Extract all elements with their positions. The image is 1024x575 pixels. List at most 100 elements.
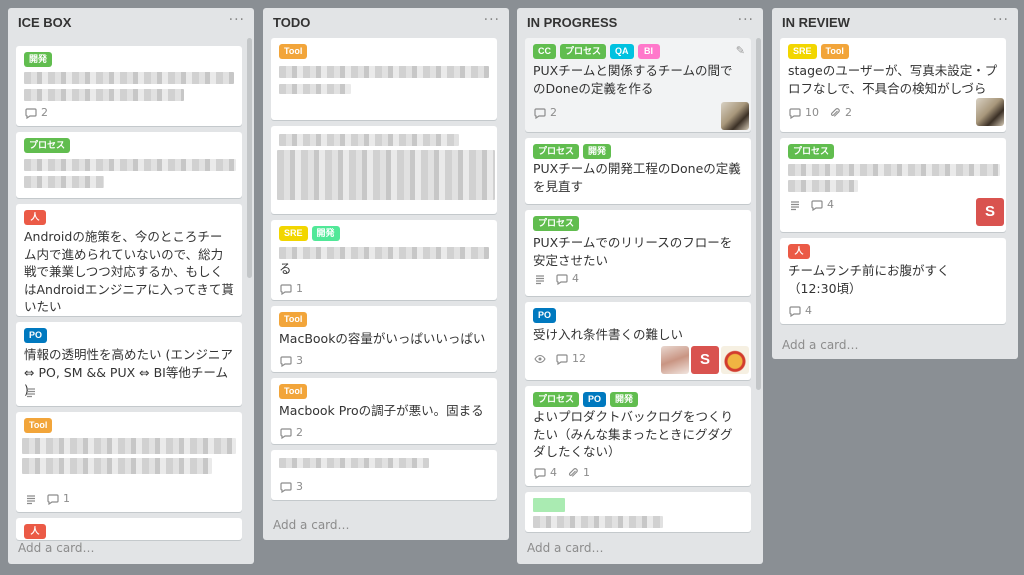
list-todo: TODO ··· Tool SRE 開発 る 1 Tool MacBookの容量… [263, 8, 509, 540]
card[interactable]: プロセス 開発 PUXチームの開発工程のDoneの定義を見直す [525, 138, 751, 204]
blurred-title [279, 134, 459, 146]
card-title: 情報の透明性を高めたい (エンジニア ⇔ PO, SM && PUX ⇔ BI等… [24, 347, 233, 397]
comment-count: 2 [550, 106, 557, 119]
comment-badge: 12 [556, 352, 586, 365]
card[interactable]: プロセス [16, 132, 242, 198]
card[interactable]: Tool 1 [16, 412, 242, 512]
edit-pencil-icon[interactable]: ✎ [736, 44, 745, 57]
card[interactable]: 人 チームランチ前にお腹がすく（12:30頃） 4 [780, 238, 1006, 324]
blurred-title [22, 458, 212, 474]
paperclip-icon [568, 467, 578, 477]
comment-icon [280, 481, 292, 493]
card-label: Tool [279, 44, 308, 59]
comment-icon [789, 107, 801, 119]
comment-count: 10 [805, 106, 819, 119]
member-avatar[interactable]: S [976, 198, 1004, 226]
list-title[interactable]: IN REVIEW [782, 15, 850, 30]
card-label: 開発 [311, 226, 340, 241]
card[interactable]: プロセス PUXチームでのリリースのフローを安定させたい 4 [525, 210, 751, 296]
comment-icon [534, 467, 546, 479]
comment-badge: 2 [534, 106, 557, 119]
card[interactable] [271, 126, 497, 214]
comment-icon [280, 355, 292, 367]
card-label: 人 [788, 244, 810, 259]
comment-count: 4 [827, 198, 834, 211]
list-in-review: IN REVIEW ··· SRE Tool stageのユーザーが、写真未設定… [772, 8, 1018, 359]
card-label: 開発 [24, 52, 53, 67]
card[interactable]: PO 受け入れ条件書くの難しい 12 S [525, 302, 751, 380]
card[interactable]: プロセス PO 開発 よいプロダクトバックログをつくりたい（みんな集まったときに… [525, 386, 751, 486]
blurred-label [533, 498, 565, 512]
card-label: Tool [279, 384, 308, 399]
add-card-button[interactable]: Add a card… [527, 541, 604, 555]
card[interactable]: SRE Tool stageのユーザーが、写真未設定・プロフなしで、不具合の検知… [780, 38, 1006, 132]
card-label: QA [610, 44, 634, 59]
comment-icon [280, 427, 292, 439]
card[interactable]: 人 [16, 518, 242, 540]
card-label: プロセス [788, 144, 835, 159]
add-card-button[interactable]: Add a card… [18, 541, 95, 555]
member-avatar[interactable] [661, 346, 689, 374]
card[interactable]: SRE 開発 る 1 [271, 220, 497, 300]
list-title[interactable]: TODO [273, 15, 310, 30]
card-label: PO [583, 392, 607, 407]
description-icon [536, 274, 544, 284]
card[interactable]: PO 情報の透明性を高めたい (エンジニア ⇔ PO, SM && PUX ⇔ … [16, 322, 242, 406]
description-icon [27, 494, 35, 504]
card-label: プロセス [560, 44, 607, 59]
scrollbar[interactable] [247, 38, 252, 278]
card[interactable]: 3 [271, 450, 497, 500]
comment-icon [534, 107, 546, 119]
add-card-button[interactable]: Add a card… [273, 518, 350, 532]
card-label: PO [24, 328, 48, 343]
card-label: 開発 [610, 392, 639, 407]
card[interactable]: Tool MacBookの容量がいっぱいいっぱい 3 [271, 306, 497, 372]
comment-badge: 2 [25, 106, 48, 119]
card-title: Macbook Proの調子が悪い。固まる [279, 403, 484, 418]
list-menu-icon[interactable]: ··· [229, 12, 245, 28]
comment-badge: 4 [811, 198, 834, 211]
blurred-title [788, 164, 1000, 176]
list-title[interactable]: IN PROGRESS [527, 15, 617, 30]
blurred-title [279, 66, 489, 78]
card[interactable]: 開発 2 [16, 46, 242, 126]
card[interactable]: Tool [271, 38, 497, 120]
member-avatar[interactable] [721, 102, 749, 130]
comment-count: 4 [550, 466, 557, 479]
comment-badge: 10 [789, 106, 819, 119]
list-title[interactable]: ICE BOX [18, 15, 71, 30]
card-label: PO [533, 308, 557, 323]
comment-badge: 4 [789, 304, 812, 317]
card[interactable]: 人 Androidの施策を、今のところチーム内で進められていないので、総力戦で兼… [16, 204, 242, 316]
card-label: Tool [820, 44, 849, 59]
card-label: 開発 [583, 144, 612, 159]
card[interactable]: Tool Macbook Proの調子が悪い。固まる 2 [271, 378, 497, 444]
list-menu-icon[interactable]: ··· [484, 12, 500, 28]
card-label: プロセス [533, 144, 580, 159]
list-header: TODO ··· [263, 8, 509, 38]
attachment-badge: 1 [567, 466, 590, 479]
member-avatar[interactable] [721, 346, 749, 374]
card-label: CC [533, 44, 556, 59]
card[interactable] [525, 492, 751, 532]
list-menu-icon[interactable]: ··· [738, 12, 754, 28]
card-label: プロセス [533, 392, 580, 407]
card-title: PUXチームでのリリースのフローを安定させたい [533, 235, 733, 268]
scrollbar[interactable] [756, 38, 761, 390]
card[interactable]: CC プロセス QA BI ✎ PUXチームと関係するチームの間でのDoneの定… [525, 38, 751, 132]
card[interactable]: プロセス 4 S [780, 138, 1006, 232]
add-card-button[interactable]: Add a card… [782, 338, 859, 352]
card-title: PUXチームと関係するチームの間でのDoneの定義を作る [533, 63, 733, 96]
member-avatar[interactable] [976, 98, 1004, 126]
list-ice-box: ICE BOX ··· 開発 2 プロセス 人 Androidの施策を、今のとこ… [8, 8, 254, 564]
comment-icon [280, 283, 292, 295]
card-label: Tool [279, 312, 308, 327]
member-avatar[interactable]: S [691, 346, 719, 374]
card-title: よいプロダクトバックログをつくりたい（みんな集まったときにグダグダしたくない） [533, 409, 734, 459]
comment-icon [811, 199, 823, 211]
list-menu-icon[interactable]: ··· [993, 12, 1009, 28]
blurred-title [24, 72, 234, 84]
comment-icon [556, 273, 568, 285]
blurred-title [277, 150, 495, 200]
comment-count: 2 [296, 426, 303, 439]
